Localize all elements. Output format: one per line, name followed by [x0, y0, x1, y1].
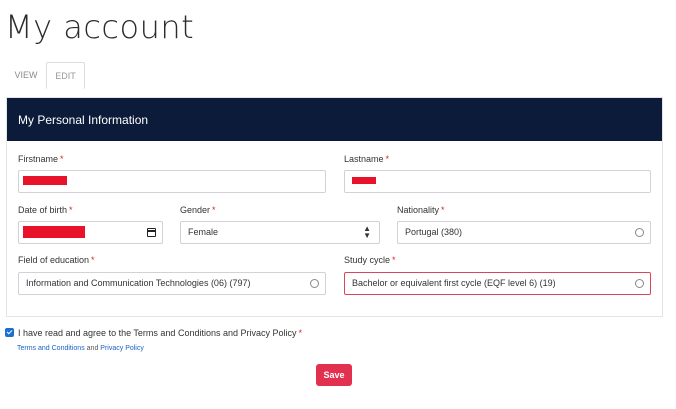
- calendar-icon[interactable]: [147, 228, 156, 237]
- required-mark: *: [298, 328, 303, 338]
- tab-bar: VIEW EDIT: [0, 62, 676, 89]
- ring-icon: [635, 228, 644, 237]
- study-cycle-value: Bachelor or equivalent first cycle (EQF …: [352, 278, 556, 288]
- agreement-links: Terms and Conditions and Privacy Policy: [17, 345, 144, 352]
- nationality-field[interactable]: Portugal (380): [397, 221, 651, 244]
- required-mark: *: [69, 205, 73, 215]
- required-mark: *: [385, 154, 390, 164]
- required-mark: *: [212, 205, 216, 215]
- study-cycle-label: Study cycle *: [344, 255, 396, 265]
- card-header: My Personal Information: [7, 98, 662, 141]
- and-text: and: [86, 345, 99, 352]
- required-mark: *: [60, 154, 64, 164]
- agreement-text: I have read and agree to the Terms and C…: [18, 328, 303, 338]
- redacted-value: [23, 226, 85, 238]
- redacted-value: [352, 177, 376, 184]
- privacy-link[interactable]: Privacy Policy: [100, 345, 144, 352]
- gender-select[interactable]: Female ▲ ▼: [180, 221, 380, 244]
- field-of-education-label: Field of education *: [18, 255, 95, 265]
- gender-value: Female: [188, 227, 219, 237]
- date-of-birth-label: Date of birth *: [18, 205, 73, 215]
- ring-icon: [635, 279, 644, 288]
- required-mark: *: [441, 205, 445, 215]
- save-button[interactable]: Save: [316, 364, 352, 386]
- tab-edit[interactable]: EDIT: [46, 62, 85, 89]
- study-cycle-field[interactable]: Bachelor or equivalent first cycle (EQF …: [344, 272, 651, 295]
- firstname-label: Firstname *: [18, 154, 64, 164]
- sort-icon: ▲ ▼: [363, 224, 371, 240]
- page-title: My account: [5, 8, 195, 46]
- firstname-field[interactable]: [18, 170, 326, 193]
- ring-icon: [310, 279, 319, 288]
- tab-view[interactable]: VIEW: [8, 62, 44, 89]
- required-mark: *: [392, 255, 396, 265]
- nationality-value: Portugal (380): [405, 227, 463, 237]
- required-mark: *: [91, 255, 95, 265]
- redacted-value: [23, 176, 67, 185]
- lastname-field[interactable]: [344, 170, 651, 193]
- lastname-label: Lastname *: [344, 154, 390, 164]
- date-of-birth-field[interactable]: [18, 221, 163, 244]
- terms-link[interactable]: Terms and Conditions: [17, 345, 85, 352]
- terms-checkbox[interactable]: [5, 328, 14, 337]
- field-of-education-value: Information and Communication Technologi…: [26, 278, 251, 288]
- field-of-education-field[interactable]: Information and Communication Technologi…: [18, 272, 326, 295]
- gender-label: Gender *: [180, 205, 216, 215]
- nationality-label: Nationality *: [397, 205, 445, 215]
- personal-info-card: My Personal Information Firstname * Lastn…: [6, 97, 663, 317]
